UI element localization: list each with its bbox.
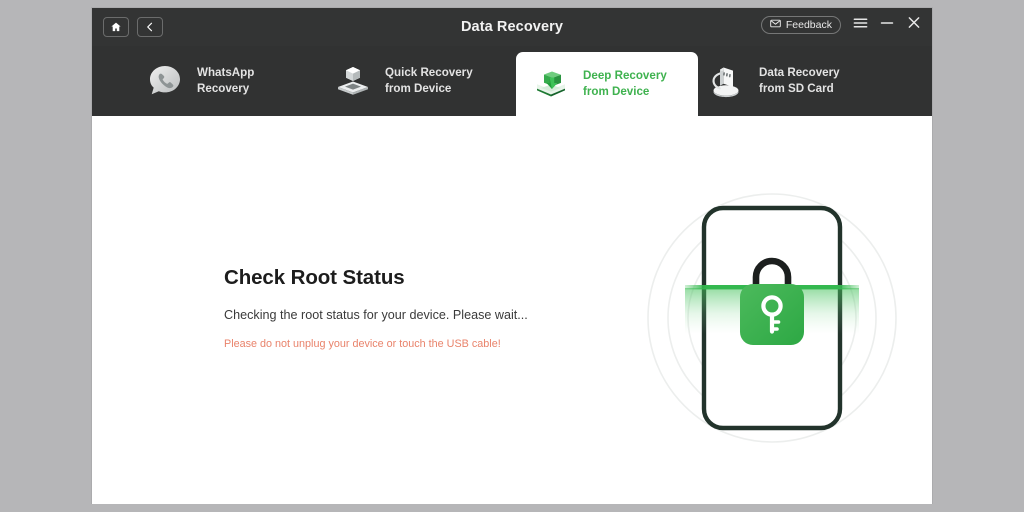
minimize-icon — [880, 16, 894, 34]
phone-lock-scan-illustration — [627, 166, 917, 456]
whatsapp-phone-bubble-icon — [144, 60, 186, 102]
tab-label: Quick Recovery from Device — [385, 66, 473, 95]
tab-deep-recovery-from-device[interactable]: Deep Recovery from Device — [516, 52, 698, 116]
tab-bar: WhatsApp Recovery Quick Recovery from De… — [92, 46, 932, 116]
title-bar: Data Recovery Feedback — [92, 8, 932, 46]
status-heading: Check Root Status — [224, 266, 405, 289]
menu-button[interactable] — [852, 17, 868, 33]
application-window: Data Recovery Feedback WhatsApp Recovery… — [92, 8, 932, 504]
status-warning: Please do not unplug your device or touc… — [224, 338, 501, 350]
tab-quick-recovery-from-device[interactable]: Quick Recovery from Device — [332, 46, 512, 116]
minimize-button[interactable] — [879, 17, 895, 33]
desktop-background-strip — [0, 504, 1024, 512]
hamburger-menu-icon — [853, 16, 868, 34]
status-text-block: Check Root Status Checking the root stat… — [224, 266, 554, 350]
close-icon — [907, 16, 921, 34]
window-controls: Feedback — [760, 16, 922, 34]
status-description: Checking the root status for your device… — [224, 308, 528, 322]
tab-label: WhatsApp Recovery — [197, 66, 255, 95]
tab-label: Data Recovery from SD Card — [759, 66, 840, 95]
feedback-button[interactable]: Feedback — [760, 16, 841, 34]
envelope-icon — [770, 19, 781, 31]
tab-whatsapp-recovery[interactable]: WhatsApp Recovery — [144, 46, 324, 116]
feedback-label: Feedback — [785, 19, 832, 32]
cube-on-platform-icon — [332, 60, 374, 102]
sd-card-reader-icon — [706, 60, 748, 102]
close-button[interactable] — [906, 17, 922, 33]
green-box-download-icon — [530, 63, 572, 105]
tab-data-recovery-from-sd-card[interactable]: Data Recovery from SD Card — [706, 46, 906, 116]
tab-label: Deep Recovery from Device — [583, 69, 667, 98]
main-content: Check Root Status Checking the root stat… — [92, 116, 932, 504]
